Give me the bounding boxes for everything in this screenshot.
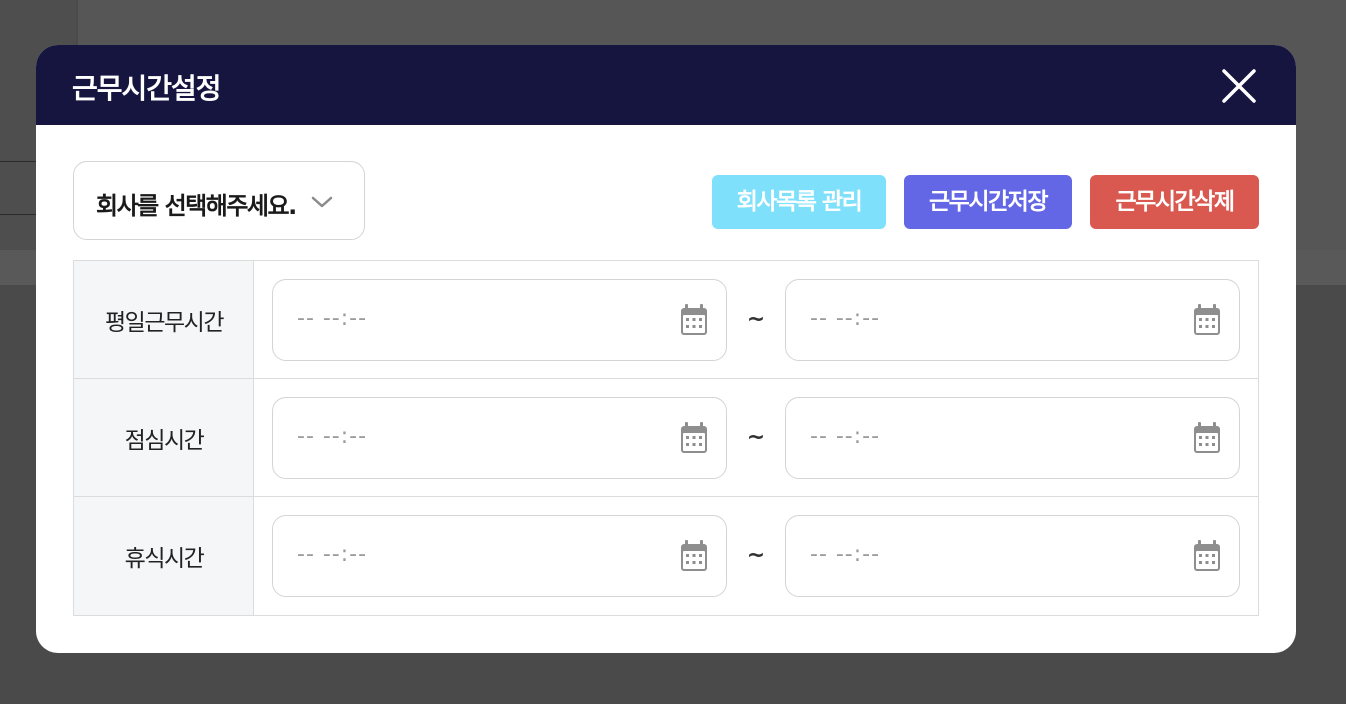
table-row-break-time: 휴식시간 -- --:-- ~ -- --:--: [74, 497, 1258, 615]
time-placeholder: -- --:--: [810, 424, 881, 449]
calendar-icon[interactable]: [680, 422, 708, 454]
range-separator: ~: [746, 425, 766, 450]
delete-work-hours-button[interactable]: 근무시간삭제: [1090, 175, 1259, 229]
row-label-cell: 점심시간: [74, 379, 254, 496]
background-divider: [0, 161, 36, 162]
weekday-start-time-input[interactable]: -- --:--: [272, 279, 727, 361]
calendar-icon[interactable]: [1193, 304, 1221, 336]
table-row-lunch-time: 점심시간 -- --:-- ~ -- --:--: [74, 379, 1258, 497]
manage-companies-button[interactable]: 회사목록 관리: [712, 175, 886, 229]
calendar-icon[interactable]: [680, 304, 708, 336]
row-label: 휴식시간: [124, 546, 205, 572]
lunch-start-time-input[interactable]: -- --:--: [272, 397, 727, 479]
time-placeholder: -- --:--: [297, 306, 368, 331]
row-label: 평일근무시간: [105, 309, 224, 336]
row-label-cell: 휴식시간: [74, 497, 254, 615]
weekday-end-time-input[interactable]: -- --:--: [785, 279, 1240, 361]
range-separator: ~: [746, 307, 766, 332]
row-label: 점심시간: [124, 427, 205, 454]
calendar-icon[interactable]: [1193, 422, 1221, 454]
close-icon: [1222, 69, 1256, 103]
modal-header: 근무시간설정: [36, 45, 1296, 125]
work-hours-modal: 근무시간설정 회사를 선택해주세요. 회사목록 관리 근무시간저장 근무시간삭제…: [36, 45, 1296, 653]
break-end-time-input[interactable]: -- --:--: [785, 515, 1240, 597]
break-start-time-input[interactable]: -- --:--: [272, 515, 727, 597]
time-placeholder: -- --:--: [810, 306, 881, 331]
time-placeholder: -- --:--: [297, 542, 368, 567]
chevron-down-icon: [311, 196, 333, 208]
time-placeholder: -- --:--: [810, 542, 881, 567]
row-label-cell: 평일근무시간: [74, 261, 254, 378]
work-hours-table: 평일근무시간 -- --:-- ~ -- --:-- 점심시간 -- --:--…: [73, 260, 1259, 616]
save-work-hours-button[interactable]: 근무시간저장: [904, 175, 1072, 229]
background-divider: [0, 214, 36, 215]
close-button[interactable]: [1220, 67, 1258, 105]
time-placeholder: -- --:--: [297, 424, 368, 449]
calendar-icon[interactable]: [1193, 540, 1221, 572]
modal-title: 근무시간설정: [72, 72, 222, 105]
company-select[interactable]: 회사를 선택해주세요.: [73, 161, 365, 240]
table-row-weekday-hours: 평일근무시간 -- --:-- ~ -- --:--: [74, 261, 1258, 379]
calendar-icon[interactable]: [680, 540, 708, 572]
range-separator: ~: [746, 543, 766, 568]
lunch-end-time-input[interactable]: -- --:--: [785, 397, 1240, 479]
company-select-label: 회사를 선택해주세요.: [96, 192, 297, 220]
